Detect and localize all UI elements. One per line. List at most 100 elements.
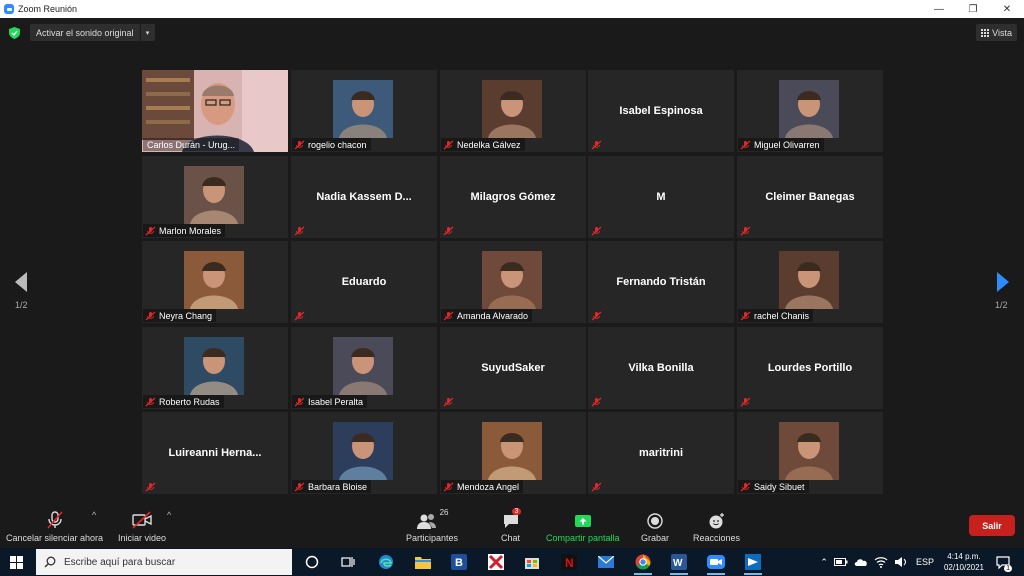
participant-tile[interactable]: Amanda Alvarado [440, 241, 586, 323]
participant-tile[interactable]: rachel Chanis [737, 241, 883, 323]
participant-mute-indicator [143, 480, 163, 493]
participant-tile[interactable]: Isabel Espinosa [588, 70, 734, 152]
search-placeholder: Escribe aquí para buscar [64, 556, 176, 568]
microphone-muted-icon [591, 482, 602, 491]
language-indicator[interactable]: ESP [916, 557, 934, 567]
participant-tile[interactable]: maritrini [588, 412, 734, 494]
taskbar-clock[interactable]: 4:14 p.m. 02/10/2021 [944, 551, 984, 573]
participant-tile[interactable]: Cleimer Banegas [737, 156, 883, 238]
participant-tile[interactable]: Marlon Morales [142, 156, 288, 238]
microphone-muted-icon [294, 311, 305, 320]
search-icon [44, 556, 56, 568]
participant-name-label: Isabel Peralta [292, 395, 368, 408]
participant-name-label: Marlon Morales [143, 224, 226, 237]
participant-profile-photo [482, 251, 542, 309]
clock-time: 4:14 p.m. [947, 552, 981, 561]
windows-taskbar: Escribe aquí para buscar B N W ⌃ ESP 4:1… [0, 548, 1024, 576]
record-button[interactable]: Grabar [641, 508, 669, 543]
chrome-icon[interactable] [632, 552, 654, 575]
chat-button[interactable]: 3 Chat [501, 508, 522, 543]
tray-overflow-chevron-icon[interactable]: ⌃ [820, 557, 828, 568]
participant-tile[interactable]: Saidy Sibuet [737, 412, 883, 494]
participant-display-name: Fernando Tristán [616, 276, 706, 288]
store-icon[interactable] [521, 552, 543, 572]
participant-tile[interactable]: Carlos Durán - Urug... [142, 70, 288, 152]
microphone-muted-icon [45, 508, 65, 530]
participant-tile[interactable]: Lourdes Portillo [737, 327, 883, 409]
mail-icon[interactable] [595, 552, 617, 572]
participants-button[interactable]: 26 Participantes [406, 508, 458, 543]
participant-tile[interactable]: Mendoza Angel [440, 412, 586, 494]
wifi-icon[interactable] [874, 556, 888, 568]
shield-icon[interactable] [9, 27, 20, 39]
view-button[interactable]: Vista [976, 24, 1017, 41]
minimize-button[interactable]: — [922, 0, 956, 18]
notifications-button[interactable]: 1 [992, 551, 1014, 573]
participant-name: Carlos Durán - Urug... [147, 139, 236, 150]
edge-browser-icon[interactable] [375, 552, 397, 572]
cortana-icon[interactable] [301, 552, 323, 572]
participant-name: Isabel Peralta [308, 396, 364, 407]
participant-tile[interactable]: Nedelka Gálvez [440, 70, 586, 152]
participant-tile[interactable]: Vilka Bonilla [588, 327, 734, 409]
reactions-button[interactable]: Reacciones [693, 508, 740, 543]
participant-display-name: Luireanni Herna... [168, 447, 262, 459]
participant-tile[interactable]: Barbara Bloise [291, 412, 437, 494]
original-sound-button[interactable]: Activar el sonido original ▾ [30, 24, 155, 41]
participant-tile[interactable]: Nadia Kassem D... [291, 156, 437, 238]
participant-tile[interactable]: Milagros Gómez [440, 156, 586, 238]
photos-app-icon[interactable] [742, 552, 764, 575]
participant-tile[interactable]: M [588, 156, 734, 238]
participant-tile[interactable]: Neyra Chang [142, 241, 288, 323]
participant-tile[interactable]: Roberto Rudas [142, 327, 288, 409]
mute-button[interactable]: Cancelar silenciar ahora [6, 508, 103, 543]
participant-name: Nedelka Gálvez [457, 139, 521, 150]
participant-name: Barbara Bloise [308, 481, 368, 492]
leave-button[interactable]: Salir [969, 515, 1015, 536]
participant-display-name: Milagros Gómez [470, 191, 556, 203]
b-app-icon[interactable]: B [448, 552, 470, 572]
participant-name: Neyra Chang [159, 310, 213, 321]
participant-display-name: Eduardo [341, 276, 387, 288]
participant-name: Mendoza Angel [457, 481, 520, 492]
page-indicator-left: 1/2 [15, 300, 28, 310]
word-icon[interactable]: W [668, 552, 690, 575]
svg-text:B: B [455, 557, 463, 569]
video-options-chevron-icon[interactable]: ^ [167, 510, 171, 520]
participant-tile[interactable]: SuyudSaker [440, 327, 586, 409]
participant-profile-photo [333, 422, 393, 480]
start-video-button[interactable]: Iniciar video [118, 508, 166, 543]
participant-tile[interactable]: Luireanni Herna... [142, 412, 288, 494]
restore-button[interactable]: ❐ [956, 0, 990, 18]
onedrive-cloud-icon[interactable] [854, 557, 868, 567]
mute-label: Cancelar silenciar ahora [6, 533, 104, 543]
task-view-icon[interactable] [337, 552, 359, 572]
netflix-icon[interactable]: N [558, 552, 580, 572]
taskbar-search-box[interactable]: Escribe aquí para buscar [36, 549, 292, 575]
volume-icon[interactable] [894, 556, 908, 568]
participant-name-label: Carlos Durán - Urug... [143, 138, 240, 151]
share-screen-button[interactable]: Compartir pantalla [546, 508, 620, 543]
zoom-taskbar-icon[interactable] [705, 552, 727, 575]
participant-tile[interactable]: Eduardo [291, 241, 437, 323]
close-button[interactable]: ✕ [990, 0, 1024, 18]
meeting-area: Activar el sonido original ▾ Vista 1/2 1… [0, 18, 1024, 504]
red-app-icon[interactable] [485, 552, 507, 572]
battery-icon[interactable] [833, 557, 848, 567]
microphone-muted-icon [740, 397, 751, 406]
windows-start-icon[interactable] [10, 556, 23, 569]
participant-name-label: Neyra Chang [143, 309, 217, 322]
next-page-arrow-icon[interactable] [995, 271, 1011, 293]
chevron-down-icon[interactable]: ▾ [139, 24, 155, 41]
participant-tile[interactable]: Fernando Tristán [588, 241, 734, 323]
participant-tile[interactable]: rogelio chacon [291, 70, 437, 152]
participant-name: Miguel Olivarren [754, 139, 820, 150]
microphone-muted-icon [740, 140, 751, 149]
audio-options-chevron-icon[interactable]: ^ [92, 510, 96, 520]
previous-page-arrow-icon[interactable] [13, 271, 29, 293]
participant-tile[interactable]: Miguel Olivarren [737, 70, 883, 152]
participant-name: Saidy Sibuet [754, 481, 805, 492]
microphone-muted-icon [591, 311, 602, 320]
file-explorer-icon[interactable] [412, 552, 434, 572]
participant-tile[interactable]: Isabel Peralta [291, 327, 437, 409]
